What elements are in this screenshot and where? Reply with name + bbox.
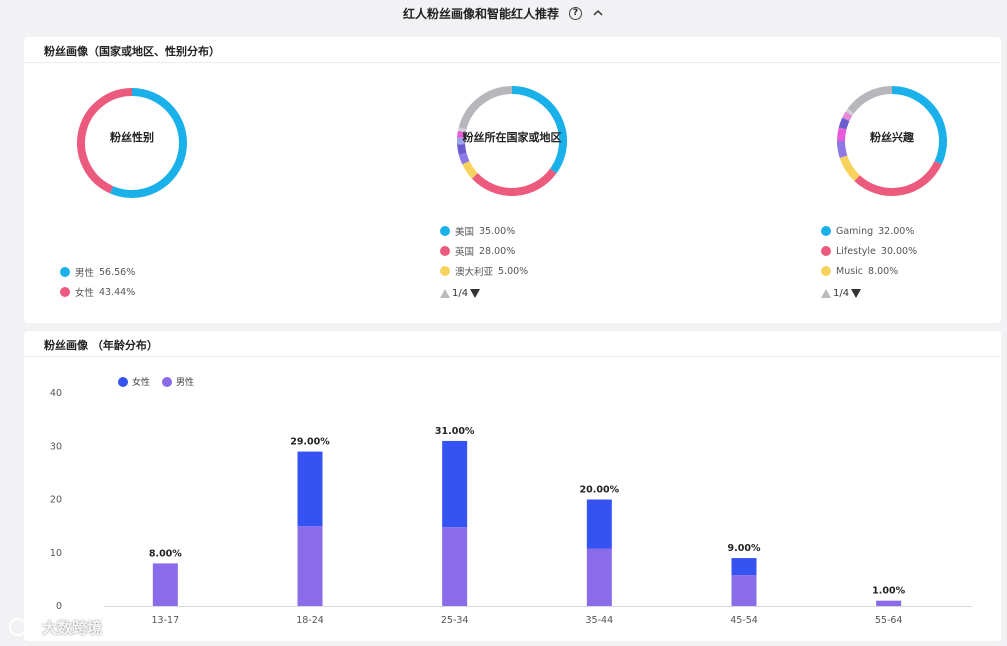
- bar-segment[interactable]: [731, 558, 757, 576]
- watermark: 大数跨境: [8, 616, 102, 638]
- bar-segment[interactable]: [442, 440, 468, 528]
- y-tick-label: 10: [50, 548, 62, 559]
- donut-slice[interactable]: [462, 160, 478, 179]
- y-tick-label: 40: [50, 388, 62, 399]
- donut-slice[interactable]: [854, 160, 942, 196]
- x-tick-label: 18-24: [296, 615, 324, 626]
- legend-dot: [821, 246, 831, 256]
- gender-donut-title: 粉丝性别: [110, 131, 154, 144]
- legend-value: 5.00%: [498, 265, 529, 277]
- bar-total-label: 29.00%: [290, 437, 330, 448]
- x-tick-label: 25-34: [441, 615, 469, 626]
- bar-segment[interactable]: [297, 526, 323, 606]
- bar-segment[interactable]: [152, 563, 178, 606]
- legend-dot: [821, 266, 831, 276]
- legend-item-australia[interactable]: 澳大利亚 5.00%: [440, 261, 528, 281]
- gender-legend: 男性 56.56% 女性 43.44%: [60, 262, 135, 302]
- y-tick-label: 20: [50, 495, 62, 506]
- donut-slice[interactable]: [845, 108, 854, 116]
- legend-dot: [440, 246, 450, 256]
- y-tick-label: 30: [50, 441, 62, 452]
- legend-value: 56.56%: [99, 266, 136, 278]
- legend-value: 28.00%: [479, 245, 516, 257]
- legend-label: Lifestyle: [836, 245, 876, 257]
- age-distribution-card: 粉丝画像 （年龄分布） 女性 男性 0 10 20 30 40 8.00% 13-17 29.…: [24, 331, 1001, 641]
- bar-total-label: 1.00%: [872, 586, 905, 597]
- donut-slice[interactable]: [842, 111, 853, 122]
- legend-item-usa[interactable]: 美国 35.00%: [440, 221, 528, 241]
- legend-label: 男性: [75, 268, 95, 279]
- x-tick-label: 13-17: [152, 615, 180, 626]
- bar-total-label: 8.00%: [149, 548, 182, 559]
- interest-donut-title: 粉丝兴趣: [870, 131, 914, 144]
- help-icon[interactable]: ?: [569, 6, 582, 20]
- country-legend: 美国 35.00% 英国 28.00% 澳大利亚 5.00%: [440, 221, 528, 281]
- legend-item-female[interactable]: 女性 43.44%: [60, 282, 135, 302]
- legend-label: 女性: [75, 288, 95, 299]
- legend-dot: [440, 266, 450, 276]
- legend-value: 30.00%: [880, 245, 918, 257]
- card-title-country-gender: 粉丝画像（国家或地区、性别分布）: [44, 45, 220, 58]
- donut-slice[interactable]: [839, 155, 860, 182]
- legend-label: 澳大利亚: [455, 267, 494, 278]
- page-down-icon[interactable]: [470, 289, 481, 298]
- legend-dot: [60, 267, 70, 277]
- page-up-icon[interactable]: [821, 289, 831, 298]
- legend-label: 美国: [455, 227, 475, 238]
- watermark-logo-icon: [9, 618, 39, 636]
- country-donut-chart: 粉丝所在国家或地区: [456, 85, 568, 197]
- donut-slice[interactable]: [458, 86, 513, 130]
- bar-total-label: 9.00%: [728, 543, 761, 554]
- legend-item-gaming[interactable]: Gaming 32.00%: [821, 221, 917, 241]
- bar-segment[interactable]: [586, 548, 612, 606]
- legend-value: 35.00%: [479, 225, 516, 237]
- legend-dot: [821, 226, 831, 236]
- legend-dot: [60, 287, 70, 297]
- legend-item-uk[interactable]: 英国 28.00%: [440, 241, 528, 261]
- interest-legend: Gaming 32.00% Lifestyle 30.00% Music 8.0…: [821, 221, 917, 281]
- age-bar-chart: 0 10 20 30 40 8.00% 13-17 29.00% 18-24 31.00% 25-3…: [50, 388, 972, 626]
- x-tick-label: 45-54: [730, 615, 758, 626]
- country-legend-pager: 1/4: [440, 288, 481, 299]
- legend-item-lifestyle[interactable]: Lifestyle 30.00%: [821, 241, 917, 261]
- donut-slice[interactable]: [838, 117, 850, 130]
- section-header: 红人粉丝画像和智能红人推荐 ?: [0, 2, 1007, 24]
- pager-text: 1/4: [452, 288, 469, 299]
- legend-value: 43.44%: [99, 286, 136, 298]
- chevron-up-icon[interactable]: [592, 7, 604, 19]
- gender-donut-chart: 粉丝性别: [76, 87, 188, 199]
- x-tick-label: 35-44: [586, 615, 614, 626]
- legend-dot: [440, 226, 450, 236]
- watermark-text: 大数跨境: [42, 618, 103, 637]
- country-donut-title: 粉丝所在国家或地区: [462, 131, 562, 144]
- legend-label: Gaming: [836, 225, 874, 237]
- section-title: 红人粉丝画像和智能红人推荐: [402, 6, 559, 21]
- donut-slice[interactable]: [471, 168, 557, 196]
- page-down-icon[interactable]: [851, 289, 862, 298]
- legend-item-male[interactable]: 男性 56.56%: [60, 262, 135, 282]
- legend-value: 32.00%: [878, 225, 915, 237]
- page-up-icon[interactable]: [440, 289, 450, 298]
- bar-segment[interactable]: [297, 451, 323, 527]
- legend-value: 8.00%: [868, 265, 899, 277]
- donut-slice[interactable]: [891, 86, 947, 165]
- bar-segment[interactable]: [586, 499, 612, 549]
- donut-slice[interactable]: [457, 143, 467, 155]
- legend-label: Music: [836, 265, 864, 277]
- interest-donut-chart: 粉丝兴趣: [836, 85, 948, 197]
- bar-total-label: 20.00%: [580, 485, 620, 496]
- x-tick-label: 55-64: [875, 615, 903, 626]
- bar-segment[interactable]: [876, 600, 902, 606]
- interest-legend-pager: 1/4: [821, 288, 862, 299]
- pager-text: 1/4: [833, 288, 850, 299]
- bar-segment[interactable]: [442, 527, 468, 606]
- bar-segment[interactable]: [731, 575, 757, 606]
- legend-label: 英国: [455, 247, 475, 258]
- donut-slice[interactable]: [458, 152, 470, 165]
- legend-item-music[interactable]: Music 8.00%: [821, 261, 917, 281]
- y-tick-label: 0: [56, 601, 62, 612]
- fan-profile-card: 粉丝画像（国家或地区、性别分布） 粉丝性别 男性 56.56% 女性 43.44…: [24, 37, 1001, 323]
- donut-slice[interactable]: [847, 86, 893, 114]
- bar-total-label: 31.00%: [435, 426, 475, 437]
